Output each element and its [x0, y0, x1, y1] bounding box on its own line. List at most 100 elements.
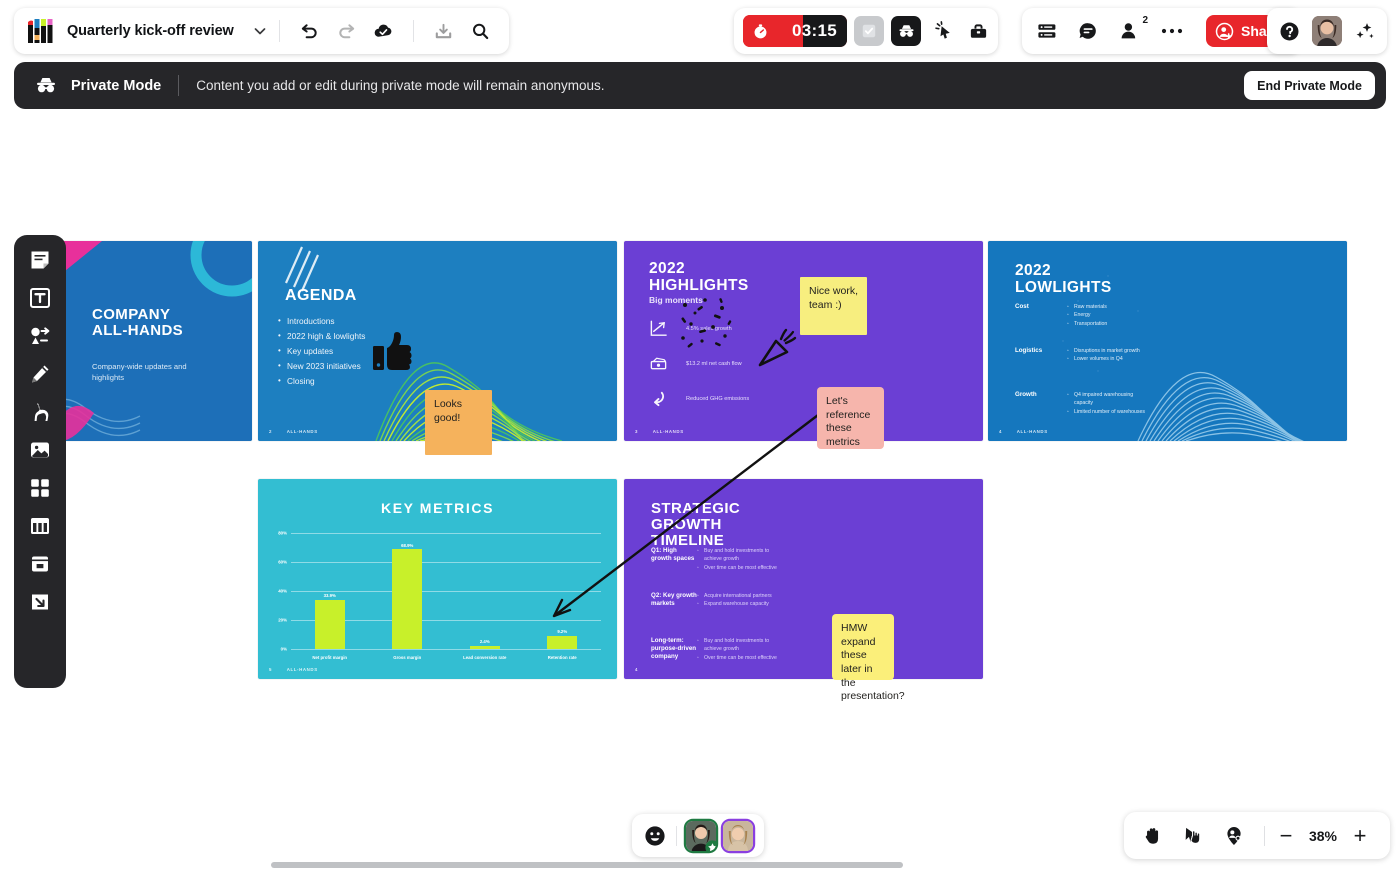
chart-gridline	[291, 649, 601, 650]
smiley-icon[interactable]	[643, 824, 667, 848]
image-tool[interactable]	[27, 437, 53, 463]
participants-count: 2	[1142, 15, 1148, 26]
list-item: Raw materials	[1067, 303, 1107, 312]
lowlights-title: 2022 LOWLIGHTS	[1015, 262, 1112, 296]
page-number: 5	[269, 667, 273, 672]
chevron-down-icon[interactable]	[252, 23, 268, 39]
banner-title: Private Mode	[71, 77, 162, 94]
document-toolbar: Quarterly kick-off review	[14, 8, 509, 54]
frame-tool[interactable]	[27, 475, 53, 501]
frames-panel-icon[interactable]	[1036, 20, 1058, 42]
llama-tool[interactable]	[27, 399, 53, 425]
checkbox-icon	[862, 24, 876, 38]
miro-logo-icon[interactable]	[28, 19, 54, 43]
list-item: Over time can be most effective	[697, 564, 777, 573]
locate-users-icon[interactable]	[1223, 825, 1245, 847]
voting-button[interactable]	[854, 16, 884, 46]
sticky-hmw-expand[interactable]: HMW expand these later in the presentati…	[832, 614, 905, 702]
chart-y-tick-label: 40%	[278, 588, 287, 594]
more-horizontal-icon[interactable]	[1159, 20, 1185, 42]
collaborators-bar	[632, 814, 764, 857]
top-toolbar: Quarterly kick-off review 03:15 2 Share	[0, 0, 1400, 62]
highlight-row: Reduced GHG emissions	[649, 389, 749, 408]
list-item: 2022 high & lowlights	[278, 329, 365, 344]
table-tool[interactable]	[27, 513, 53, 539]
undo-icon[interactable]	[299, 21, 320, 42]
upload-tool[interactable]	[27, 589, 53, 615]
list-item: Expand warehouse capacity	[697, 600, 777, 609]
board-canvas[interactable]: COMPANY ALL-HANDS Company-wide updates a…	[0, 109, 1400, 875]
footer-label: ALL-HANDS	[652, 429, 684, 434]
zoom-out-button[interactable]: −	[1273, 823, 1299, 849]
cash-icon	[650, 357, 667, 370]
lowlights-group: Growth Q4 impaired warehousing capacity …	[1015, 391, 1153, 417]
grid-frame-icon	[31, 479, 49, 497]
collaborator-avatar-1[interactable]	[686, 820, 716, 851]
end-private-mode-button[interactable]: End Private Mode	[1244, 71, 1375, 100]
chart-bar-value: 33.9%	[323, 593, 336, 599]
group-items: Raw materials Energy Transportation	[1067, 303, 1107, 329]
sticky-looks-good[interactable]: Looks good!	[425, 390, 492, 455]
chart-x-tick-label: Net profit margin	[312, 655, 348, 660]
cover-title-line2: ALL-HANDS	[92, 322, 184, 340]
add-person-icon	[1215, 22, 1234, 40]
group-items: Buy and hold investments to achieve grow…	[697, 637, 777, 663]
thumbs-up-icon[interactable]	[372, 331, 412, 373]
group-key: Q2: Key growth markets	[651, 592, 697, 608]
slide-footer: 4 ALL-HANDS	[999, 429, 1048, 434]
confetti-icon[interactable]	[675, 291, 737, 353]
chart-y-tick-label: 0%	[280, 646, 287, 652]
timer-widget[interactable]: 03:15	[743, 15, 847, 47]
llama-icon	[34, 403, 49, 421]
document-title[interactable]: Quarterly kick-off review	[67, 23, 234, 39]
party-popper-icon[interactable]	[756, 327, 798, 369]
slide-company-all-hands[interactable]: COMPANY ALL-HANDS Company-wide updates a…	[60, 241, 252, 441]
help-icon[interactable]	[1278, 20, 1301, 43]
participants-button[interactable]: 2	[1118, 15, 1148, 42]
private-mode-button[interactable]	[891, 16, 921, 46]
shapes-tool[interactable]	[27, 323, 53, 349]
pointer-select-icon[interactable]	[1182, 825, 1204, 847]
slide-strategic-growth-timeline[interactable]: STRATEGIC GROWTH TIMELINE Q1: High growt…	[624, 479, 983, 679]
horizontal-scrollbar[interactable]	[271, 862, 903, 868]
sticky-nice-work[interactable]: Nice work, team :)	[800, 277, 867, 335]
group-key: Cost	[1015, 303, 1029, 310]
text-tool[interactable]	[27, 285, 53, 311]
comment-icon[interactable]	[1077, 20, 1099, 42]
list-item: Transportation	[1067, 320, 1107, 329]
group-items: Disruptions in market growth Lower volum…	[1067, 347, 1151, 364]
list-item: Key updates	[278, 344, 365, 359]
lowlights-group: Cost Raw materials Energy Transportation	[1015, 303, 1107, 329]
sparkles-icon[interactable]	[1353, 20, 1376, 43]
attention-cursor-icon[interactable]	[934, 20, 955, 42]
toolkit-icon[interactable]	[968, 21, 989, 42]
slide-decoration	[60, 241, 252, 441]
list-item: Over time can be most effective	[697, 654, 777, 663]
slide-key-metrics[interactable]: KEY METRICS 0% 20% 40% 60% 80% 33.9% 68.9% 2.4…	[258, 479, 617, 679]
chart-bar	[469, 645, 500, 649]
search-icon[interactable]	[470, 21, 491, 42]
cloud-check-icon[interactable]	[373, 21, 394, 42]
slide-footer: 4	[635, 667, 651, 672]
download-icon[interactable]	[433, 21, 454, 42]
sticky-note-tool[interactable]	[27, 247, 53, 273]
collaborator-avatar-2[interactable]	[723, 820, 753, 851]
zoom-level[interactable]: 38%	[1299, 828, 1347, 844]
card-tool[interactable]	[27, 551, 53, 577]
chart-bar	[314, 599, 345, 649]
strategic-group: Long-term: purpose-driven company Buy an…	[651, 637, 777, 663]
redo-icon[interactable]	[336, 21, 357, 42]
pen-tool[interactable]	[27, 361, 53, 387]
zoom-in-button[interactable]: +	[1347, 823, 1373, 849]
zoom-toolbar: − 38% +	[1124, 812, 1390, 859]
chart-bar-group: 68.9%	[370, 533, 444, 649]
list-item: New 2023 initiatives	[278, 359, 365, 374]
slide-footer: 3 ALL-HANDS	[635, 429, 684, 434]
list-item: Buy and hold investments to achieve grow…	[697, 637, 777, 654]
sticky-lets-reference[interactable]: Let's reference these metrics	[817, 387, 884, 449]
footer-label: ALL-HANDS	[286, 429, 318, 434]
slide-2022-lowlights[interactable]: 2022 LOWLIGHTS Cost Raw materials Energy…	[988, 241, 1347, 441]
divider	[676, 825, 677, 846]
hand-tool-icon[interactable]	[1141, 825, 1163, 847]
avatar[interactable]	[1312, 16, 1342, 46]
